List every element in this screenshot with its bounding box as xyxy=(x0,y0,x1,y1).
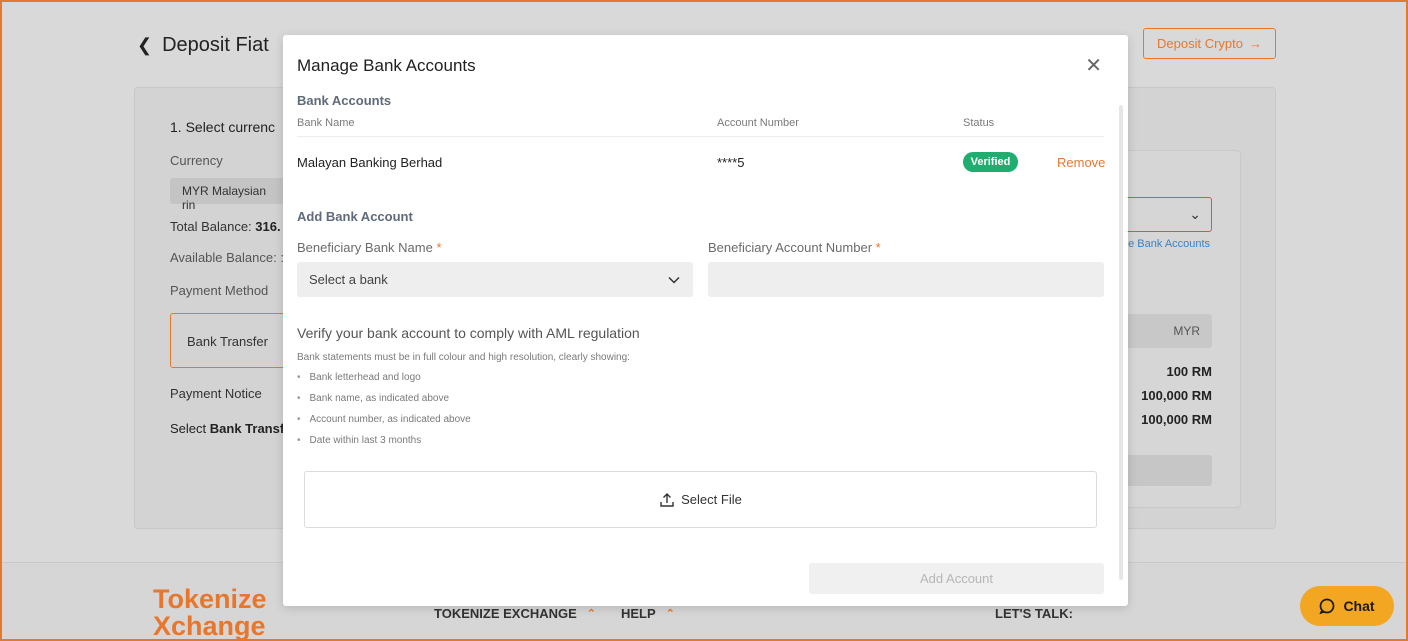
currency-select[interactable]: MYR Malaysian rin xyxy=(170,178,290,212)
account-number-input[interactable] xyxy=(708,262,1104,297)
account-number-field-label: Beneficiary Account Number * xyxy=(708,240,881,255)
close-icon[interactable]: ✕ xyxy=(1085,53,1102,78)
footer-lets-talk: LET'S TALK: xyxy=(995,606,1073,621)
list-item: Bank name, as indicated above xyxy=(297,393,471,414)
manage-bank-accounts-modal: Manage Bank Accounts ✕ Bank Accounts Ban… xyxy=(283,35,1128,606)
chevron-up-icon: ⌃ xyxy=(665,608,675,620)
account-number: ****5 xyxy=(717,155,745,170)
currency-code-field: MYR xyxy=(1120,314,1212,348)
payment-notice-text: Select Bank Transfe xyxy=(170,421,291,436)
footer-link-help[interactable]: HELP ⌃ xyxy=(621,606,675,621)
total-balance-label: Total Balance: xyxy=(170,219,252,234)
footer-exchange-label: TOKENIZE EXCHANGE xyxy=(434,606,577,621)
deposit-crypto-button[interactable]: Deposit Crypto → xyxy=(1143,28,1276,59)
add-bank-account-heading: Add Bank Account xyxy=(297,209,413,224)
account-bank-name: Malayan Banking Berhad xyxy=(297,155,443,170)
requirements-list: Bank letterhead and logo Bank name, as i… xyxy=(297,372,471,456)
select-file-button[interactable]: Select File xyxy=(304,471,1097,528)
list-item: Date within last 3 months xyxy=(297,435,471,456)
available-balance: Available Balance: : xyxy=(170,250,284,265)
chevron-down-icon: ⌄ xyxy=(1189,206,1201,222)
deposit-crypto-label: Deposit Crypto xyxy=(1157,36,1243,51)
payment-method-label: Payment Method xyxy=(170,283,269,298)
chat-label: Chat xyxy=(1343,598,1375,614)
logo-line1: Tokenize xyxy=(153,584,267,614)
total-balance: Total Balance: 316. xyxy=(170,219,281,234)
modal-title: Manage Bank Accounts xyxy=(297,56,476,75)
arrow-right-icon: → xyxy=(1248,36,1262,51)
notice-bank-transfer: Bank Transfe xyxy=(209,421,292,436)
back-chevron-icon[interactable]: ❮ xyxy=(137,35,152,56)
column-bank-name: Bank Name xyxy=(297,117,355,129)
list-item: Account number, as indicated above xyxy=(297,414,471,435)
required-mark: * xyxy=(875,240,881,255)
tokenize-logo[interactable]: Tokenize Xchange xyxy=(153,586,267,640)
page-title-text: Deposit Fiat xyxy=(162,34,269,56)
amount-min: 100 RM xyxy=(1166,364,1212,379)
chevron-down-icon xyxy=(668,276,680,284)
chat-bubble-icon xyxy=(1319,598,1335,614)
footer-help-label: HELP xyxy=(621,606,656,621)
available-balance-label: Available Balance: xyxy=(170,250,277,265)
verify-subtext: Bank statements must be in full colour a… xyxy=(297,352,630,363)
table-divider xyxy=(297,136,1104,137)
bank-name-label-text: Beneficiary Bank Name xyxy=(297,240,433,255)
column-status: Status xyxy=(963,117,995,129)
upload-icon xyxy=(660,492,674,507)
add-account-button[interactable]: Add Account xyxy=(809,563,1104,594)
manage-bank-accounts-link[interactable]: ge Bank Accounts xyxy=(1122,238,1210,250)
status-badge: Verified xyxy=(963,152,1018,172)
bank-account-select[interactable]: ⌄ xyxy=(1120,197,1212,232)
bank-name-field-label: Beneficiary Bank Name * xyxy=(297,240,442,255)
amount-limit: 100,000 RM xyxy=(1141,412,1212,427)
currency-label: Currency xyxy=(170,153,223,168)
account-number-label-text: Beneficiary Account Number xyxy=(708,240,873,255)
chevron-up-icon: ⌃ xyxy=(586,608,596,620)
remove-account-link[interactable]: Remove xyxy=(1057,155,1105,170)
column-account-number: Account Number xyxy=(717,117,799,129)
submit-bar xyxy=(1120,455,1212,486)
logo-line2: Xchange xyxy=(153,611,266,641)
bank-accounts-heading: Bank Accounts xyxy=(297,93,392,108)
bank-select-placeholder: Select a bank xyxy=(309,272,388,287)
total-balance-value: 316. xyxy=(255,219,281,234)
required-mark: * xyxy=(436,240,442,255)
list-item: Bank letterhead and logo xyxy=(297,372,471,393)
notice-select-text: Select xyxy=(170,421,207,436)
page-title: ❮ Deposit Fiat xyxy=(137,34,269,57)
payment-method-option[interactable]: Bank Transfer xyxy=(170,313,290,368)
payment-notice-label: Payment Notice xyxy=(170,386,262,401)
chat-button[interactable]: Chat xyxy=(1300,586,1394,626)
bank-select[interactable]: Select a bank xyxy=(297,262,693,297)
section-title: 1. Select currenc xyxy=(170,119,276,135)
amount-max: 100,000 RM xyxy=(1141,388,1212,403)
verify-heading: Verify your bank account to comply with … xyxy=(297,325,640,341)
select-file-label: Select File xyxy=(681,492,742,507)
footer-link-exchange[interactable]: TOKENIZE EXCHANGE ⌃ xyxy=(434,606,596,621)
modal-scrollbar[interactable] xyxy=(1119,105,1123,580)
